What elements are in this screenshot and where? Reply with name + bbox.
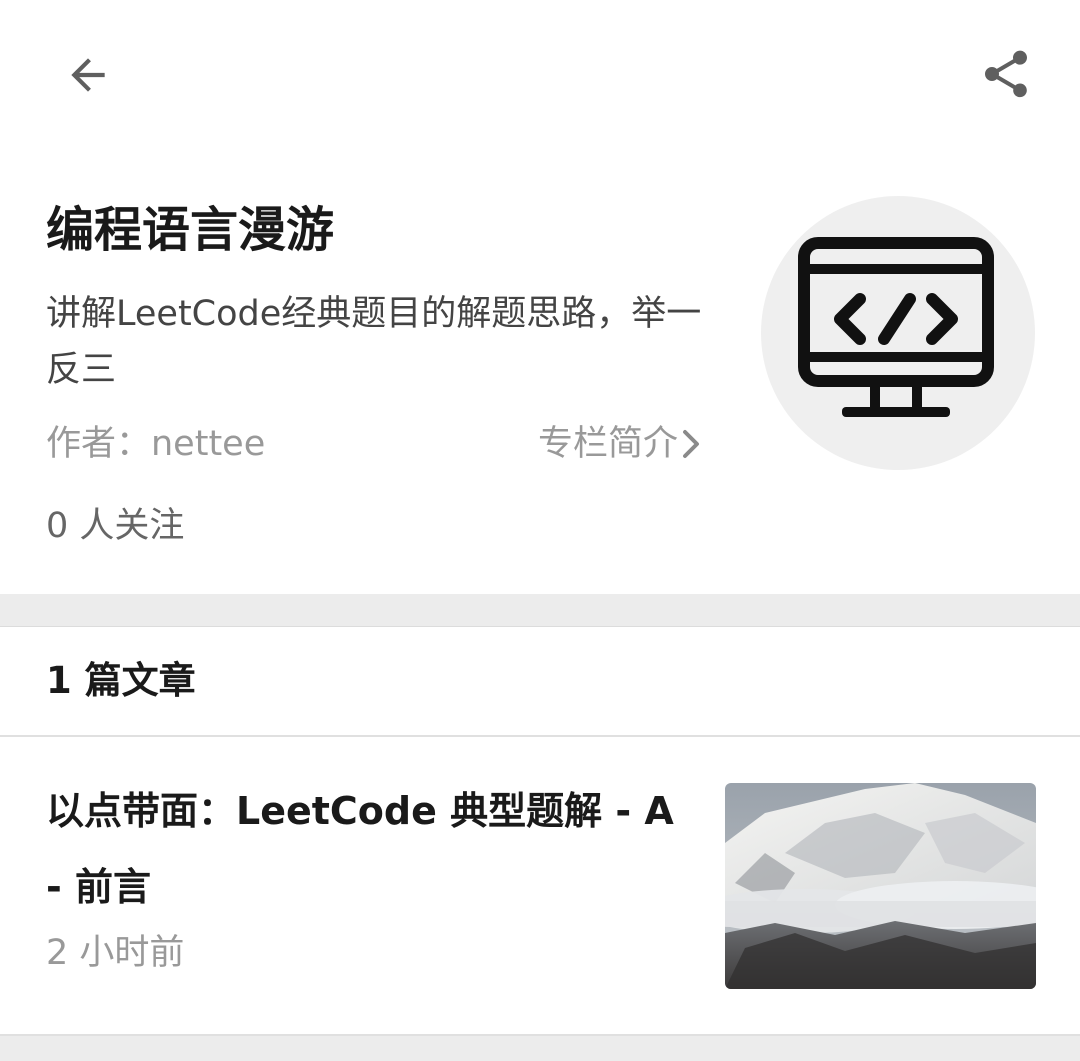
- article-list-item[interactable]: 以点带面：LeetCode 典型题解 - A - 前言 2 小时前: [0, 737, 1080, 1036]
- article-thumbnail[interactable]: [725, 783, 1036, 989]
- snowy-mountain-image: [725, 783, 1036, 989]
- column-description: 讲解LeetCode经典题目的解题思路，举一反三: [46, 294, 702, 390]
- column-intro-label: 专栏简介: [538, 424, 679, 464]
- column-title: 编程语言漫游: [46, 202, 335, 258]
- back-button[interactable]: [44, 31, 132, 119]
- article-count-header: 1 篇文章: [0, 627, 1080, 737]
- column-author[interactable]: 作者：nettee: [46, 418, 265, 470]
- code-monitor-icon: [798, 237, 994, 417]
- section-divider: [0, 594, 1080, 627]
- followers-count: 0 人关注: [46, 506, 185, 546]
- chevron-right-icon: [683, 430, 699, 458]
- article-count: 1 篇文章: [46, 659, 196, 702]
- share-button[interactable]: [962, 30, 1050, 118]
- arrow-left-icon: [71, 58, 105, 92]
- bottom-divider: [0, 1036, 1080, 1061]
- column-intro-link[interactable]: 专栏简介: [538, 418, 700, 470]
- share-icon: [985, 50, 1027, 98]
- column-avatar: [761, 196, 1035, 470]
- article-time: 2 小时前: [46, 933, 185, 973]
- top-bar: [0, 0, 1080, 150]
- article-title[interactable]: 以点带面：LeetCode 典型题解 - A - 前言: [46, 773, 686, 925]
